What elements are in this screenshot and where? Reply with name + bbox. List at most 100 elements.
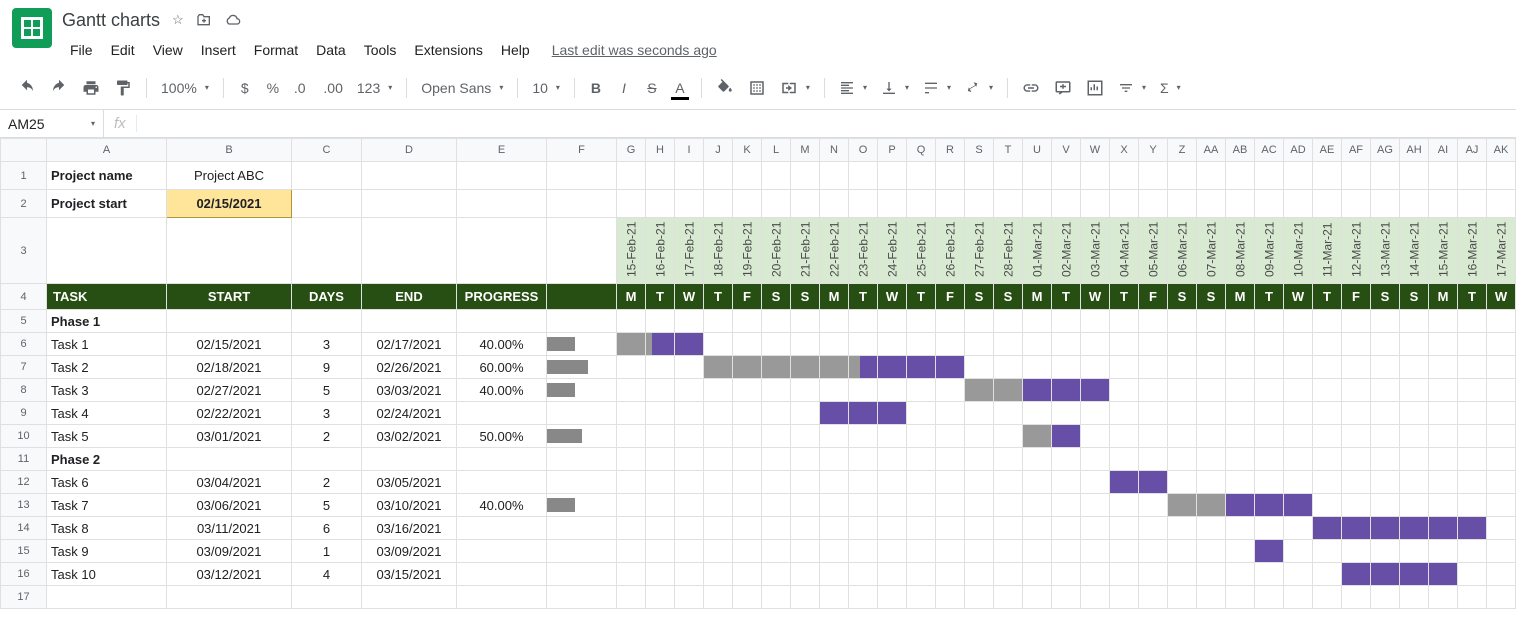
cell[interactable] [733, 586, 762, 609]
cell[interactable] [1168, 586, 1197, 609]
cell[interactable] [1342, 448, 1371, 471]
gantt-cell[interactable] [936, 517, 965, 540]
gantt-cell[interactable] [994, 563, 1023, 586]
gantt-cell[interactable] [675, 563, 704, 586]
gantt-cell[interactable] [1487, 425, 1516, 448]
cell[interactable] [292, 218, 362, 284]
date-header[interactable]: 22-Feb-21 [820, 218, 849, 284]
cell[interactable] [292, 586, 362, 609]
col-header-Q[interactable]: Q [907, 139, 936, 162]
task-days[interactable]: 3 [292, 402, 362, 425]
row-header-7[interactable]: 7 [1, 356, 47, 379]
cell[interactable] [1284, 586, 1313, 609]
gantt-cell[interactable] [733, 379, 762, 402]
cell[interactable] [1052, 190, 1081, 218]
row-header-17[interactable]: 17 [1, 586, 47, 609]
cell[interactable] [1313, 310, 1342, 333]
cell[interactable] [965, 448, 994, 471]
gantt-cell[interactable] [1168, 333, 1197, 356]
gantt-cell[interactable] [907, 540, 936, 563]
progress-bar-cell[interactable] [547, 425, 617, 448]
task-days[interactable]: 5 [292, 494, 362, 517]
gantt-cell[interactable] [907, 494, 936, 517]
gantt-cell[interactable] [1487, 333, 1516, 356]
gantt-cell[interactable] [1168, 517, 1197, 540]
menu-extensions[interactable]: Extensions [406, 38, 490, 62]
cell[interactable] [1313, 162, 1342, 190]
col-header-I[interactable]: I [675, 139, 704, 162]
dow-header[interactable]: T [646, 284, 675, 310]
row-header-15[interactable]: 15 [1, 540, 47, 563]
date-header[interactable]: 02-Mar-21 [1052, 218, 1081, 284]
dow-header[interactable]: M [617, 284, 646, 310]
gantt-cell[interactable] [1429, 379, 1458, 402]
cell[interactable] [646, 190, 675, 218]
gantt-cell[interactable] [791, 402, 820, 425]
gantt-cell[interactable] [617, 517, 646, 540]
cell[interactable] [547, 448, 617, 471]
cell[interactable] [1371, 586, 1400, 609]
gantt-cell[interactable] [1458, 494, 1487, 517]
row-header-14[interactable]: 14 [1, 517, 47, 540]
gantt-cell[interactable] [733, 494, 762, 517]
cell[interactable] [936, 448, 965, 471]
cell[interactable] [994, 310, 1023, 333]
date-header[interactable]: 17-Mar-21 [1487, 218, 1516, 284]
task-name[interactable]: Task 4 [47, 402, 167, 425]
dec-decimal-button[interactable]: .0 [288, 74, 316, 102]
gantt-cell[interactable] [1400, 333, 1429, 356]
col-header-A[interactable]: A [47, 139, 167, 162]
gantt-cell[interactable] [617, 540, 646, 563]
gantt-cell[interactable] [1110, 356, 1139, 379]
cell[interactable] [1139, 310, 1168, 333]
gantt-cell[interactable] [1168, 356, 1197, 379]
date-header[interactable]: 05-Mar-21 [1139, 218, 1168, 284]
gantt-cell[interactable] [1255, 425, 1284, 448]
task-end[interactable]: 02/24/2021 [362, 402, 457, 425]
cell[interactable] [907, 190, 936, 218]
col-header-J[interactable]: J [704, 139, 733, 162]
cell[interactable] [965, 586, 994, 609]
gantt-cell[interactable] [1110, 379, 1139, 402]
cell[interactable] [1429, 310, 1458, 333]
cell[interactable] [1052, 448, 1081, 471]
gantt-cell[interactable] [1429, 402, 1458, 425]
col-header-AJ[interactable]: AJ [1458, 139, 1487, 162]
cell[interactable] [362, 190, 457, 218]
gantt-cell[interactable] [704, 517, 733, 540]
gantt-cell[interactable] [1458, 356, 1487, 379]
gantt-cell[interactable] [617, 356, 646, 379]
progress-bar-cell[interactable] [547, 517, 617, 540]
gantt-cell[interactable] [1400, 425, 1429, 448]
gantt-cell[interactable] [1458, 540, 1487, 563]
cell[interactable] [704, 190, 733, 218]
gantt-cell[interactable] [820, 379, 849, 402]
gantt-cell[interactable] [849, 402, 878, 425]
gantt-cell[interactable] [849, 356, 878, 379]
strike-button[interactable]: S [639, 74, 665, 102]
gantt-cell[interactable] [791, 356, 820, 379]
gantt-cell[interactable] [936, 379, 965, 402]
gantt-cell[interactable] [733, 517, 762, 540]
task-start[interactable]: 02/18/2021 [167, 356, 292, 379]
gantt-cell[interactable] [646, 517, 675, 540]
comment-button[interactable] [1048, 73, 1078, 103]
cell[interactable] [878, 586, 907, 609]
gantt-cell[interactable] [1255, 333, 1284, 356]
gantt-cell[interactable] [1081, 540, 1110, 563]
cell[interactable] [1342, 586, 1371, 609]
dow-header[interactable]: W [1081, 284, 1110, 310]
merge-button[interactable] [774, 73, 816, 103]
task-progress[interactable] [457, 471, 547, 494]
row-header-5[interactable]: 5 [1, 310, 47, 333]
gantt-cell[interactable] [1255, 563, 1284, 586]
gantt-cell[interactable] [1284, 540, 1313, 563]
gantt-cell[interactable] [994, 379, 1023, 402]
cell[interactable] [362, 448, 457, 471]
gantt-cell[interactable] [1110, 471, 1139, 494]
cell[interactable] [878, 162, 907, 190]
gantt-cell[interactable] [1255, 356, 1284, 379]
font-size-select[interactable]: 10 [526, 74, 566, 102]
gantt-cell[interactable] [704, 563, 733, 586]
cell[interactable] [907, 448, 936, 471]
